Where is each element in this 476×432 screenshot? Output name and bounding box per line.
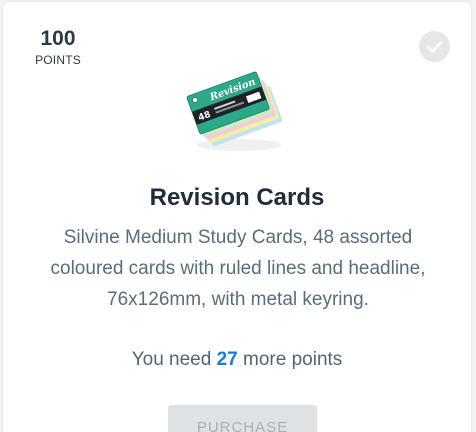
points-badge: 100 POINTS	[32, 27, 84, 69]
points-needed-amount: 27	[216, 349, 238, 370]
product-image: Revision 48	[186, 71, 283, 151]
points-value: 100	[40, 27, 76, 50]
points-label: POINTS	[35, 53, 81, 67]
purchase-button[interactable]: PURCHASE	[168, 405, 317, 432]
product-title: Revision Cards	[149, 184, 325, 211]
points-needed-suffix: more points	[243, 349, 343, 370]
reward-card: 100 POINTS Revision 48 Revision Cards Si…	[3, 2, 471, 432]
points-needed-text: You need 27 more points	[3, 347, 471, 373]
points-needed-prefix: You need	[131, 349, 212, 370]
check-circle-icon	[419, 31, 450, 62]
product-description: Silvine Medium Study Cards, 48 assorted …	[50, 227, 426, 310]
